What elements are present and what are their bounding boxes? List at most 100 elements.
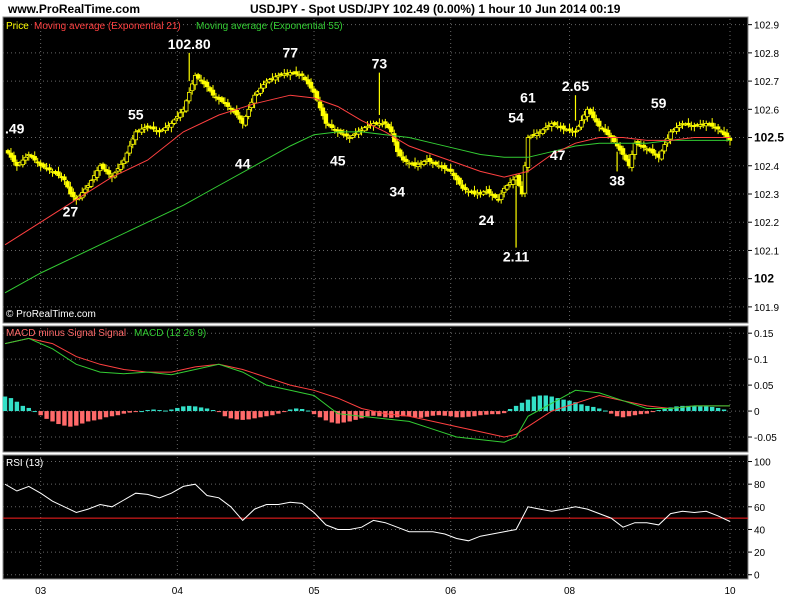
candle-body xyxy=(94,170,100,178)
macd-histogram-bar xyxy=(26,407,31,412)
candle-body xyxy=(243,115,248,126)
macd-histogram-bar xyxy=(311,411,317,415)
price-annotation: .49 xyxy=(5,121,25,137)
macd-histogram-bar xyxy=(454,411,459,418)
macd-histogram-bar xyxy=(305,410,311,412)
macd-histogram-bar xyxy=(157,410,162,412)
candle-body xyxy=(169,123,174,128)
macd-histogram-bar xyxy=(448,411,453,417)
candle-body xyxy=(210,89,216,96)
candle-body xyxy=(415,163,421,168)
candle-body xyxy=(463,187,468,191)
rsi-panel[interactable] xyxy=(2,454,749,580)
y-tick-label-price: 102.7 xyxy=(754,77,779,88)
price-annotation: 2.65 xyxy=(562,78,589,94)
macd-histogram-bar xyxy=(240,411,245,420)
macd-histogram-bar xyxy=(608,411,614,414)
macd-histogram-bar xyxy=(74,411,79,426)
candle-body xyxy=(317,101,323,109)
x-tick-label-06: 06 xyxy=(445,586,457,597)
y-tick-label-price: 101.9 xyxy=(754,303,779,314)
watermark: © ProRealTime.com xyxy=(6,309,96,320)
macd-histogram-bar xyxy=(68,411,73,427)
candle-body xyxy=(258,87,263,94)
candle-body xyxy=(510,179,516,185)
y-tick-label-macd: 0.1 xyxy=(754,355,768,366)
y-tick-label-price: 102.2 xyxy=(754,218,779,229)
candle-body xyxy=(225,102,231,107)
candle-body xyxy=(83,188,88,193)
trading-chart[interactable]: .49102.80275544774573342454612.11472.653… xyxy=(0,0,800,600)
macd-histogram-bar xyxy=(412,411,418,418)
macd-histogram-bar xyxy=(181,406,186,412)
macd-histogram-bar xyxy=(192,406,198,412)
candle-body xyxy=(629,154,635,168)
candle-body xyxy=(323,113,329,124)
macd-histogram-bar xyxy=(169,409,174,412)
macd-histogram-bar xyxy=(365,411,370,417)
candle-body xyxy=(71,191,76,198)
macd-histogram-bar xyxy=(109,411,115,417)
macd-histogram-bar xyxy=(638,411,644,415)
macd-histogram-bar xyxy=(632,411,638,416)
candle-body xyxy=(172,119,177,124)
macd-histogram-bar xyxy=(395,411,400,418)
macd-histogram-bar xyxy=(418,411,424,418)
price-annotation: 2.11 xyxy=(503,249,530,265)
y-tick-label-macd: 0.15 xyxy=(754,329,774,340)
candle-body xyxy=(715,126,721,130)
macd-histogram-bar xyxy=(276,411,281,414)
candle-body xyxy=(246,108,251,117)
y-tick-label-price: 102.6 xyxy=(754,105,779,116)
legend-price: Price xyxy=(6,21,29,32)
macd-histogram-bar xyxy=(466,411,471,417)
macd-histogram-bar xyxy=(721,409,727,412)
macd-histogram-bar xyxy=(442,411,447,416)
price-annotation: 27 xyxy=(63,203,79,219)
y-tick-label-price: 102.8 xyxy=(754,49,779,60)
y-tick-label-price: 102.4 xyxy=(754,162,779,173)
macd-histogram-bar xyxy=(56,411,61,425)
macd-histogram-bar xyxy=(585,405,590,412)
macd-histogram-bar xyxy=(210,410,216,412)
y-tick-label-price: 102.5 xyxy=(754,131,784,145)
candle-body xyxy=(106,170,112,175)
price-annotation: 38 xyxy=(609,172,625,188)
y-tick-label-price: 102.9 xyxy=(754,21,779,32)
macd-histogram-bar xyxy=(603,410,608,412)
candle-body xyxy=(151,126,156,130)
candle-body xyxy=(605,129,611,136)
macd-histogram-bar xyxy=(715,407,721,412)
macd-histogram-bar xyxy=(478,411,483,416)
macd-histogram-bar xyxy=(406,411,412,417)
candle-body xyxy=(299,73,305,76)
candle-body xyxy=(457,177,462,185)
y-tick-label-price: 102.1 xyxy=(754,246,779,257)
macd-histogram-bar xyxy=(656,410,661,412)
candle-body xyxy=(365,125,370,129)
x-tick-label-08: 08 xyxy=(564,586,576,597)
macd-histogram-bar xyxy=(644,411,650,414)
candle-body xyxy=(276,75,281,78)
macd-histogram-bar xyxy=(317,411,323,418)
candle-body xyxy=(597,120,602,127)
candle-body xyxy=(142,127,147,130)
price-annotation: 34 xyxy=(389,184,405,200)
macd-histogram-bar xyxy=(133,411,138,413)
macd-histogram-bar xyxy=(299,408,305,412)
candle-body xyxy=(650,148,655,154)
legend-macd: MACD (12 26 9) xyxy=(134,328,206,339)
candle-body xyxy=(561,125,566,130)
macd-histogram-bar xyxy=(698,406,703,412)
macd-histogram-bar xyxy=(626,411,632,417)
y-tick-label-rsi: 0 xyxy=(754,571,760,582)
candle-body xyxy=(65,181,70,188)
macd-histogram-bar xyxy=(234,411,239,420)
candle-body xyxy=(350,135,355,138)
candle-body xyxy=(383,121,388,124)
candle-body xyxy=(204,81,210,88)
macd-panel[interactable] xyxy=(2,325,749,453)
candle-body xyxy=(421,161,427,166)
macd-histogram-bar xyxy=(519,402,525,412)
candle-body xyxy=(178,112,183,118)
